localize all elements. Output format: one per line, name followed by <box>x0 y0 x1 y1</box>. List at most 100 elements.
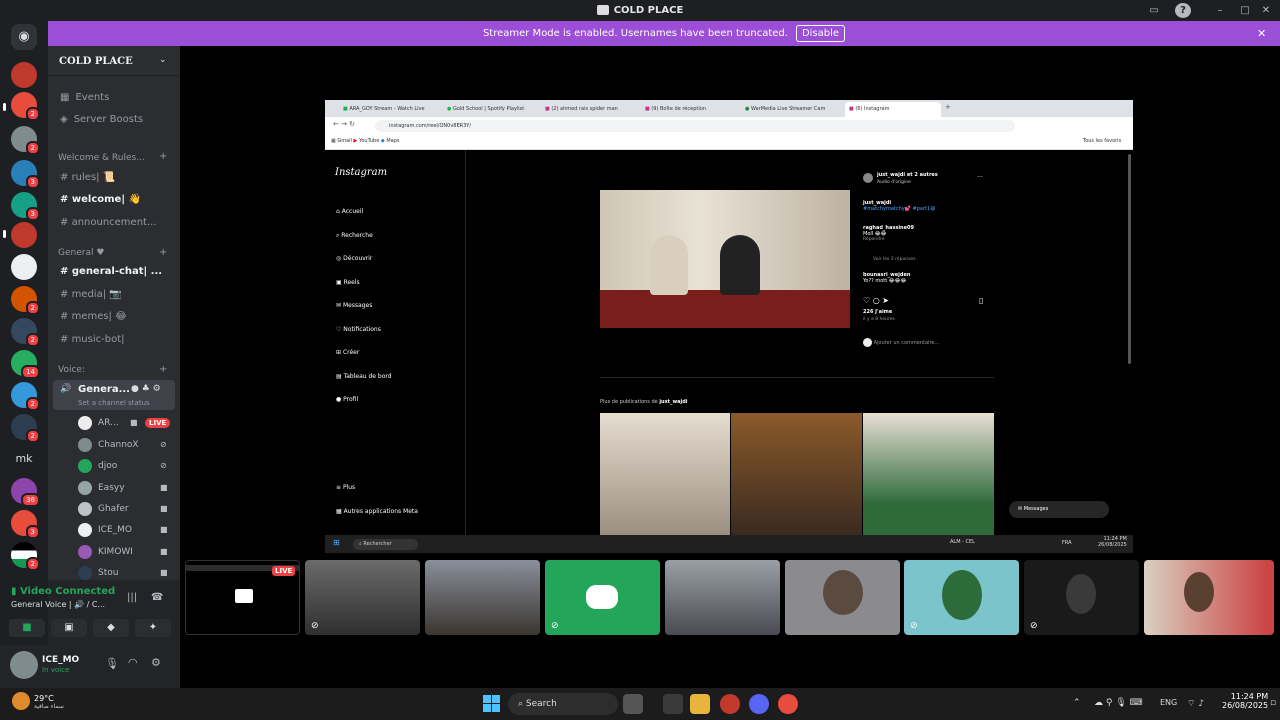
server-icon[interactable]: 2 <box>11 414 40 443</box>
disable-button[interactable]: Disable <box>795 25 846 42</box>
windows-icon[interactable]: ⊞ <box>333 538 340 547</box>
server-icon[interactable]: 2 <box>11 286 40 315</box>
disconnect-icon[interactable]: ☎ <box>151 592 163 603</box>
channel-announcements[interactable]: # announcement... <box>60 213 175 233</box>
browser-tab[interactable]: ● WarMedia Live Streamer Cam <box>745 103 835 116</box>
add-channel-icon[interactable]: + <box>159 151 167 162</box>
participant-tile[interactable]: ⊘ <box>545 560 660 635</box>
nav-search[interactable]: ⌕ Recherche <box>336 224 392 248</box>
soundboard-icon[interactable]: ||| <box>127 592 137 603</box>
grid-post[interactable] <box>863 413 994 535</box>
nav-explore[interactable]: ◎ Découvrir <box>336 247 392 271</box>
server-icon[interactable]: 2 <box>11 126 40 155</box>
browser-tab-active[interactable]: ■ (6) Instagram <box>845 102 941 117</box>
nav-profile[interactable]: ● Profil <box>336 388 392 412</box>
screen-share-view[interactable]: ■ ARA_GOY Stream - Watch Live ● Gold Sch… <box>325 100 1133 553</box>
soundboard-button[interactable]: ✦ <box>135 619 171 637</box>
more-options-icon[interactable]: … <box>977 172 983 179</box>
nav-notifications[interactable]: ♡ Notifications <box>336 318 392 342</box>
add-channel-icon[interactable]: + <box>159 247 167 258</box>
post-author[interactable]: just_wajdi et 2 autres <box>877 172 938 178</box>
inner-search[interactable]: ⌕ Rechercher <box>353 539 418 550</box>
network-volume-icon[interactable]: ⌔ ♪ <box>1187 698 1204 709</box>
chevron-up-icon[interactable]: ⌃ <box>1073 698 1081 708</box>
maximize-button[interactable]: □ <box>1237 3 1253 18</box>
close-banner-icon[interactable]: ✕ <box>1257 27 1266 40</box>
voice-user[interactable]: djoo <box>78 456 117 476</box>
server-icon[interactable]: 2 <box>11 92 40 121</box>
help-icon[interactable]: ? <box>1175 3 1191 18</box>
channel-media[interactable]: # media| 📷 <box>60 285 175 305</box>
reel-video[interactable] <box>600 190 850 328</box>
browser-tab[interactable]: ■ (9) Boîte de réception <box>645 103 735 116</box>
close-window-button[interactable]: ✕ <box>1258 3 1274 18</box>
server-icon-mk[interactable]: mk <box>11 446 37 472</box>
voice-user[interactable]: KIMOWI <box>78 542 133 562</box>
weather-widget[interactable]: 29°C سماء صافية <box>34 694 64 710</box>
channel-memes[interactable]: # memes| 😂 <box>60 307 175 327</box>
participant-tile[interactable]: ⊘ <box>1024 560 1139 635</box>
events-item[interactable]: ▦ Events <box>60 88 175 108</box>
camera-toggle-button[interactable]: ■ <box>9 619 45 637</box>
taskbar-search[interactable]: ⌕ Search <box>508 693 618 715</box>
inbox-icon[interactable]: ▭ <box>1146 3 1162 18</box>
server-icon[interactable]: 14 <box>11 350 40 379</box>
taskview-icon[interactable] <box>663 694 683 714</box>
nav-more[interactable]: ≡ Plus <box>336 484 355 491</box>
server-name[interactable]: COLD PLACE <box>59 56 133 67</box>
language-indicator[interactable]: ENG <box>1160 698 1177 707</box>
voice-user[interactable]: Ghafer <box>78 499 129 519</box>
add-channel-icon[interactable]: + <box>159 364 167 375</box>
channel-general-chat[interactable]: # general-chat| ... <box>60 262 175 282</box>
channel-music-bot[interactable]: # music-bot| <box>60 330 175 350</box>
participant-tile[interactable]: ⊘ <box>305 560 420 635</box>
voice-status[interactable]: Set a channel status <box>78 399 150 407</box>
server-icon[interactable]: 3 <box>11 160 40 189</box>
gear-icon[interactable]: ⚙ <box>151 656 161 669</box>
nav-messages[interactable]: ✉ Messages <box>336 294 392 318</box>
voice-user[interactable]: Easyy <box>78 478 125 498</box>
nav-dashboard[interactable]: ▤ Tableau de bord <box>336 365 392 389</box>
server-icon[interactable]: 3 <box>11 192 40 221</box>
opera-icon[interactable] <box>720 694 740 714</box>
browser-tab[interactable]: ● Gold School | Spotify Playlist <box>447 103 537 116</box>
discord-home-icon[interactable]: ◉ <box>11 24 37 50</box>
comment-input[interactable]: Ajouter un commentaire... <box>863 338 939 347</box>
file-explorer-icon[interactable] <box>690 694 710 714</box>
view-replies[interactable]: Voir les 3 réponses <box>873 257 916 262</box>
participant-tile[interactable]: ⊘ <box>904 560 1019 635</box>
participant-tile[interactable] <box>425 560 540 635</box>
nav-home[interactable]: ⌂ Accueil <box>336 200 392 224</box>
nav-reels[interactable]: ▣ Reels <box>336 271 392 295</box>
voice-channel-label[interactable]: General Voice | 🔊 / C... <box>11 600 105 609</box>
nav-buttons-icon[interactable]: ← → ↻ <box>333 120 355 128</box>
browser-tab[interactable]: ■ ARA_GOY Stream - Watch Live <box>343 103 451 116</box>
comment-icon[interactable]: ○ <box>873 296 883 305</box>
address-bar[interactable]: instagram.com/reel/ON0v8ER3Y/ <box>375 120 1015 132</box>
notification-icon[interactable]: ▫ <box>1270 698 1276 708</box>
category-general[interactable]: General ♥ <box>58 248 104 258</box>
activities-button[interactable]: ◆ <box>93 619 129 637</box>
clock[interactable]: 11:24 PM 26/08/2025 <box>1222 692 1268 710</box>
search-highlight-icon[interactable] <box>623 694 643 714</box>
post-audio[interactable]: Audio d'origine <box>877 180 911 185</box>
voice-channel-actions-icon[interactable]: ● ♣ ⚙ <box>131 384 161 394</box>
discord-icon[interactable] <box>749 694 769 714</box>
server-icon[interactable]: 3 <box>11 510 40 539</box>
category-voice[interactable]: Voice: <box>58 365 85 375</box>
minimize-button[interactable]: – <box>1212 3 1228 18</box>
participant-tile[interactable] <box>665 560 780 635</box>
channel-welcome[interactable]: # welcome| 👋 <box>60 190 175 210</box>
grid-post[interactable] <box>731 413 862 535</box>
bookmark-icon[interactable]: ▯ <box>979 296 983 305</box>
nav-create[interactable]: ⊞ Créer <box>336 341 392 365</box>
server-icon[interactable] <box>11 254 37 280</box>
new-tab-icon[interactable]: + <box>945 103 951 111</box>
microphone-icon[interactable]: 🎙 <box>105 657 119 670</box>
channel-rules[interactable]: # rules| 📜 <box>60 168 175 188</box>
avatar[interactable] <box>863 173 873 183</box>
instagram-logo[interactable]: Instagram <box>335 167 387 178</box>
voice-user[interactable]: ICE_MO <box>78 520 132 540</box>
participant-tile[interactable]: LIVE <box>185 560 300 635</box>
server-icon[interactable]: 2 <box>11 382 40 411</box>
